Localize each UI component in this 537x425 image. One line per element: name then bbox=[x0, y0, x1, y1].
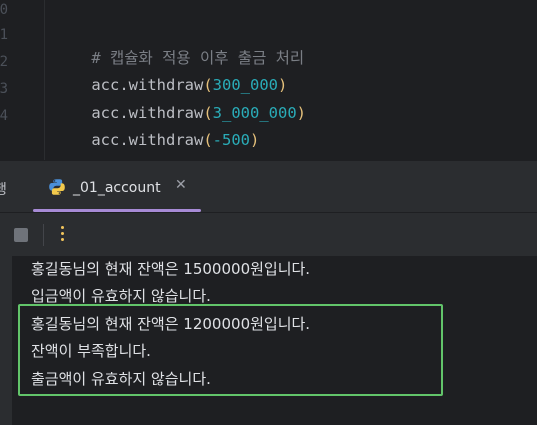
line-number-gutter: 0 1 2 3 4 bbox=[0, 0, 16, 160]
method-name: .withdraw bbox=[119, 131, 204, 149]
code-line-withdraw-2[interactable]: acc.withdraw(3_000_000) bbox=[54, 80, 306, 122]
line-number: 2 bbox=[0, 54, 8, 70]
run-panel-title: 행 bbox=[0, 182, 7, 198]
open-paren: ( bbox=[203, 131, 213, 149]
stop-icon[interactable] bbox=[14, 228, 28, 242]
toolbar-separator bbox=[43, 224, 44, 246]
object-name: acc bbox=[91, 131, 120, 149]
more-vertical-icon[interactable] bbox=[59, 226, 65, 244]
console-line: 홍길동님의 현재 잔액은 1500000원입니다. bbox=[31, 260, 311, 278]
close-paren: ) bbox=[296, 104, 307, 122]
code-editor[interactable]: 0 1 2 3 4 # 캡슐화 적용 이후 출금 처리 acc.withdraw… bbox=[0, 0, 537, 160]
run-tool-window-tabbar: 행 _01_account ✕ bbox=[0, 160, 537, 212]
code-comment-line[interactable]: # 캡슐화 적용 이후 출금 처리 bbox=[54, 25, 304, 67]
line-number: 0 bbox=[0, 2, 8, 18]
line-number: 1 bbox=[0, 27, 8, 43]
gutter-divider bbox=[44, 0, 45, 160]
python-icon bbox=[48, 178, 66, 196]
console-gutter bbox=[0, 256, 12, 425]
run-toolbar bbox=[0, 212, 537, 257]
tab-run-configuration[interactable]: _01_account ✕ bbox=[33, 161, 201, 212]
line-number: 3 bbox=[0, 81, 8, 97]
output-highlight-box bbox=[18, 304, 443, 396]
code-line-withdraw-1[interactable]: acc.withdraw(300_000) bbox=[54, 52, 287, 94]
console-line: 입금액이 유효하지 않습니다. bbox=[31, 287, 211, 305]
close-icon[interactable]: ✕ bbox=[175, 177, 187, 193]
line-number: 4 bbox=[0, 108, 8, 124]
tab-label: _01_account bbox=[73, 180, 161, 196]
close-paren: ) bbox=[250, 131, 260, 149]
code-line-withdraw-3[interactable]: acc.withdraw(-500) bbox=[54, 107, 259, 149]
argument-value: -500 bbox=[212, 131, 250, 149]
